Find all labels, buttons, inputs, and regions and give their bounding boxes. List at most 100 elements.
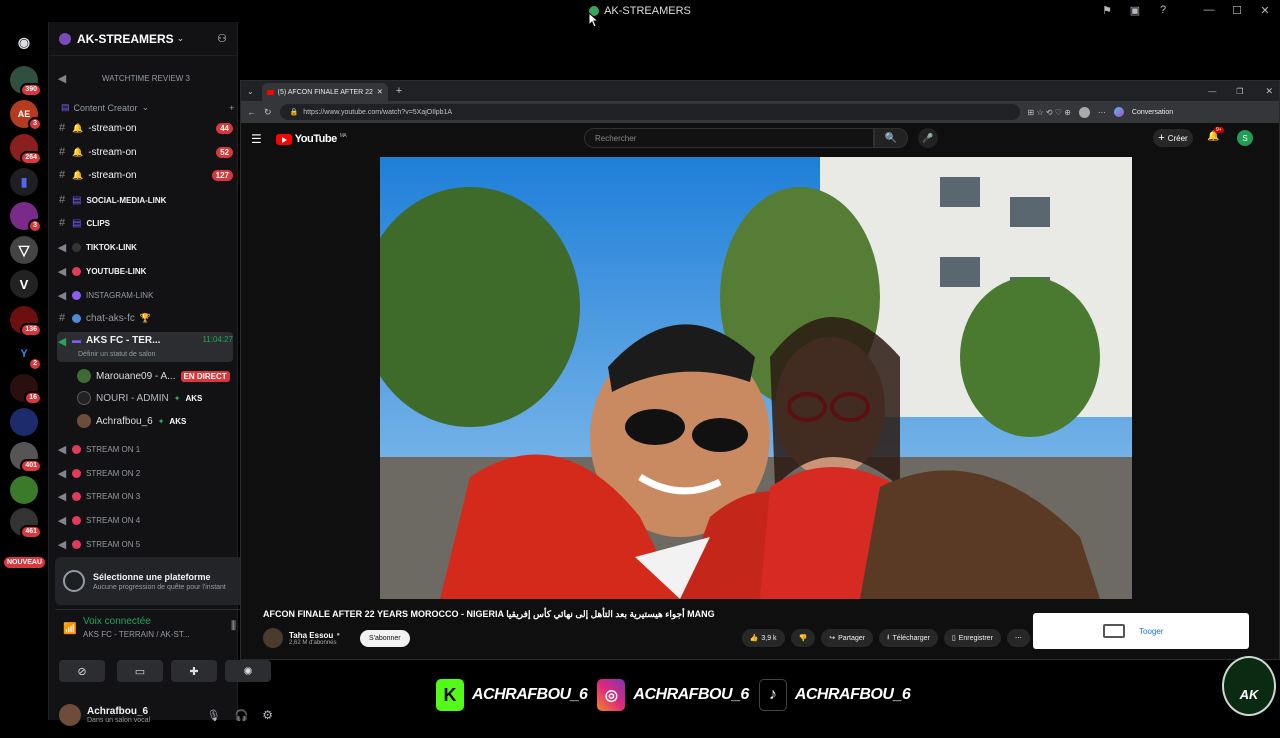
voice-channel[interactable]: ◀ INSTAGRAM-LINK [57,285,233,305]
channel-status[interactable]: Définir un statut de salon [78,351,155,358]
server-badge: 264 [20,151,42,165]
menu-icon[interactable]: ⋯ [1098,108,1106,117]
more-actions-button[interactable]: ⋯ [1006,629,1030,647]
folder-icon[interactable]: ▮ [10,168,38,196]
user-info[interactable]: Achrafbou_6 Dans un salon vocal [87,706,150,724]
server-icon[interactable]: 390 [10,66,42,97]
dislike-button[interactable]: 👎 [790,629,816,647]
profile-avatar[interactable] [1078,106,1090,118]
voice-channel[interactable]: ◀ WATCHTIME REVIEW 3 [57,68,233,88]
hamburger-menu-icon[interactable]: ☰ [251,132,262,146]
server-icon[interactable]: 461 [10,508,42,539]
notifications-button[interactable]: 🔔 9+ [1207,127,1224,142]
voice-channel[interactable]: ◀ STREAM ON 5 [57,534,233,554]
text-channel[interactable]: # 🔔 -stream-on 127 [57,165,233,185]
hash-icon: # [58,312,66,324]
video-player[interactable] [380,157,1132,599]
globe-icon [72,313,81,323]
create-button[interactable]: + Créer [1153,129,1193,147]
channel-avatar[interactable] [263,628,283,648]
voice-channel[interactable]: ◀ STREAM ON 4 [57,510,233,530]
noise-suppression-icon[interactable]: ⫼ [231,620,236,633]
copilot-icon [1113,107,1124,117]
server-icon[interactable]: 136 [10,306,42,337]
close-icon[interactable]: ✕ [1258,3,1272,17]
server-icon[interactable]: 3 [10,202,42,233]
ad-banner[interactable]: Tooger [1033,613,1249,649]
search-input[interactable]: Rechercher [584,128,874,148]
search-button[interactable]: 🔍 [874,128,908,148]
server-icon[interactable]: V [10,270,38,298]
close-tab-icon[interactable]: ✕ [377,88,383,96]
help-icon[interactable]: ? [1156,3,1170,17]
text-channel[interactable]: # ▤ CLIPS [57,213,233,233]
voice-search-button[interactable]: 🎤 [918,128,938,148]
title-bar-icons: ⚑ ▣ ? — ☐ ✕ [1100,3,1272,17]
quest-title: Sélectionne une plateforme [93,571,211,582]
gamepad-icon: ▬ [72,335,81,345]
text-channel[interactable]: # chat-aks-fc 🏆 [57,308,233,328]
inbox-icon[interactable]: ▣ [1128,3,1142,17]
subscribe-button[interactable]: S'abonner [359,629,410,647]
voice-user[interactable]: NOURI - ADMIN ✦ AKS [77,388,202,408]
user-status: Dans un salon vocal [87,717,151,724]
share-button[interactable]: ↪ Partager [821,629,873,647]
flag-icon[interactable]: ⚑ [1100,3,1114,17]
camera-off-button[interactable]: ⊘ [59,660,105,682]
conversation-button[interactable]: Conversation [1132,109,1173,116]
text-channel[interactable]: # 🔔 -stream-on 44 [57,118,233,138]
maximize-icon[interactable]: ☐ [1230,3,1244,17]
back-icon[interactable]: ← [247,107,256,117]
text-channel[interactable]: # 🔔 -stream-on 52 [57,142,233,162]
youtube-logo[interactable]: YouTube MA [275,133,347,145]
url-field[interactable]: 🔒 https://www.youtube.com/watch?v=5XajOI… [279,104,1020,120]
channel-name[interactable]: Taha Essou [289,631,333,640]
voice-user[interactable]: Achrafbou_6 ✦ AKS [77,411,186,431]
voice-channel[interactable]: ◀ STREAM ON 2 [57,463,233,483]
new-tab-icon[interactable]: + [396,85,402,97]
activities-button[interactable]: ✚ [171,660,217,682]
voice-channel[interactable]: ◀ TIKTOK-LINK [57,237,233,257]
reload-icon[interactable]: ↻ [264,107,272,118]
server-icon[interactable] [10,476,38,504]
speaker-icon: ◀ [57,72,67,85]
server-icon[interactable]: Y2 [10,340,42,371]
server-icon[interactable]: 401 [10,442,42,473]
server-icon[interactable] [10,408,38,436]
minimize-icon[interactable]: — [1202,3,1216,17]
voice-user[interactable]: Marouane09 - A... EN DIRECT [77,366,230,386]
text-channel[interactable]: # ▤ SOCIAL-MEDIA-LINK [57,190,233,210]
browser-tab[interactable]: (5) AFCON FINALE AFTER 22 YEAR ✕ [261,83,388,101]
user-avatar[interactable] [59,704,81,726]
youtube-account-avatar[interactable]: S [1237,130,1253,146]
soundboard-button[interactable]: ✺ [225,660,271,682]
download-button[interactable]: ⭳ Télécharger [879,629,938,647]
voice-channel-path[interactable]: AKS FC - TERRAIN / AK-ST... [83,630,190,639]
add-member-icon[interactable]: ⚇ [217,32,227,45]
server-icon[interactable]: AE 3 [10,100,42,131]
voice-channel[interactable]: ◀ STREAM ON 1 [57,439,233,459]
voice-channel[interactable]: ◀ YOUTUBE-LINK [57,261,233,281]
server-icon[interactable]: 16 [10,374,42,405]
server-header[interactable]: AK-STREAMERS ⌄ ⚇ [49,22,237,56]
like-button[interactable]: 👍 3,9 k [741,629,785,647]
save-button[interactable]: ▯ Enregistrer [943,629,1001,647]
tab-list-icon[interactable]: ⌄ [247,87,254,96]
discord-home-icon[interactable]: ◉ [10,28,38,56]
close-icon[interactable]: ✕ [1265,86,1273,97]
channel-label: TIKTOK-LINK [86,242,137,252]
signal-icon[interactable]: 📶 [63,622,77,635]
server-icon[interactable]: ▽ [10,236,38,264]
add-channel-icon[interactable]: + [229,103,234,113]
minimize-icon[interactable]: — [1208,87,1216,96]
chevron-down-icon: ⌄ [176,33,185,43]
extensions-icon[interactable]: ⊞ ☆ ⟲ ♡ ⊕ [1028,108,1071,117]
verified-icon: ● [336,632,340,638]
maximize-icon[interactable]: ❐ [1236,87,1243,96]
server-icon[interactable]: 264 [10,134,42,165]
voice-channel[interactable]: ◀ STREAM ON 3 [57,486,233,506]
screen-share-button[interactable]: ▭ [117,660,163,682]
category-header[interactable]: ▤ Content Creator ⌄ + [61,102,234,113]
voice-status[interactable]: Voix connectée [83,616,151,627]
channel-label: WATCHTIME REVIEW 3 [102,73,190,83]
